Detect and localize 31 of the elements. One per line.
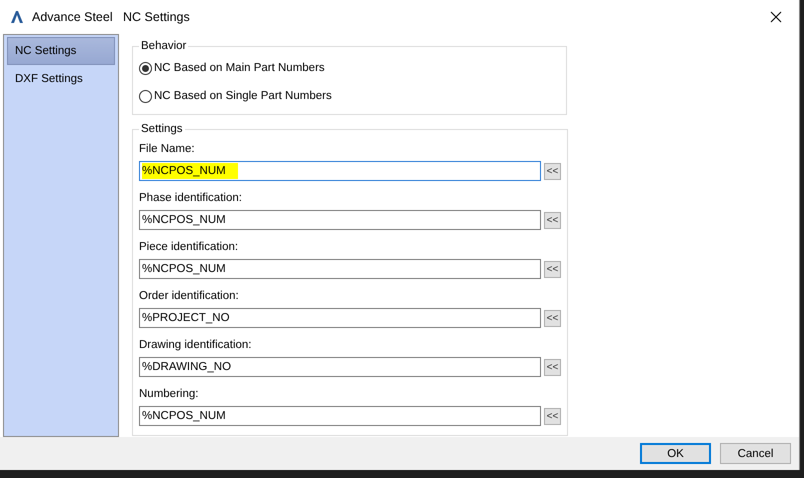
insert-button[interactable]: << [544, 260, 561, 278]
insert-button[interactable]: << [544, 358, 561, 376]
radio-label: NC Based on Main Part Numbers [154, 62, 325, 74]
insert-button[interactable]: << [544, 212, 561, 228]
group-title: Settings [140, 123, 184, 135]
input-field[interactable]: %NCPOS_NUM [139, 210, 541, 230]
field-label: Phase identification: [139, 192, 243, 204]
input-field[interactable]: %NCPOS_NUM [139, 406, 541, 426]
insert-button[interactable]: << [544, 408, 561, 424]
field-label: File Name: [139, 143, 196, 155]
insert-button[interactable]: << [544, 162, 561, 180]
ok-button[interactable]: OK [640, 443, 711, 464]
cancel-button[interactable]: Cancel [720, 443, 791, 464]
insert-button[interactable]: << [544, 310, 561, 326]
field-label: Numbering: [139, 388, 200, 400]
sidebar-item[interactable]: NC Settings [7, 37, 115, 65]
group-title: Behavior [140, 40, 188, 52]
input-field[interactable]: %NCPOS_NUM [139, 161, 541, 181]
input-field[interactable]: %DRAWING_NO [139, 357, 541, 377]
field-label: Order identification: [139, 290, 240, 302]
field-label: Drawing identification: [139, 339, 253, 351]
field-label: Piece identification: [139, 241, 240, 253]
radio-label: NC Based on Single Part Numbers [154, 90, 332, 102]
close-icon [770, 11, 782, 23]
input-field[interactable]: %NCPOS_NUM [139, 259, 541, 279]
window-title: Advance Steel NC Settings [32, 10, 191, 24]
input-field[interactable]: %PROJECT_NO [139, 308, 541, 328]
radio-button[interactable] [139, 90, 152, 102]
sidebar-item[interactable]: DXF Settings [7, 65, 115, 93]
radio-button[interactable] [139, 62, 152, 74]
app-logo-icon [10, 10, 24, 24]
